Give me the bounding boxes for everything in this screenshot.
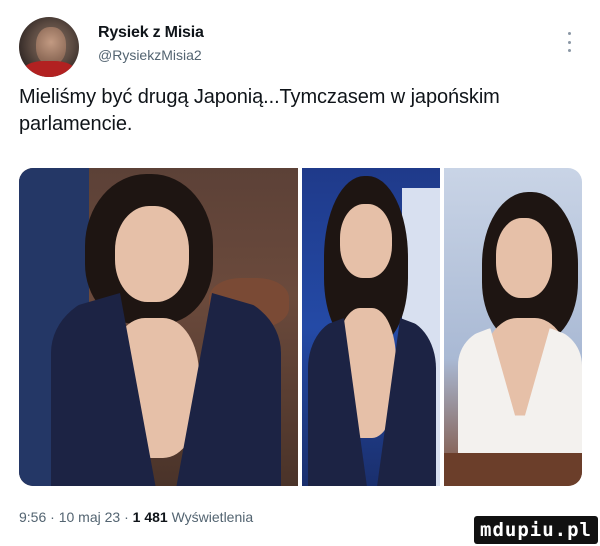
tweet-text-line-1: Mieliśmy być drugą Japonią...Tymczasem w… <box>19 86 500 108</box>
face <box>115 206 189 302</box>
face <box>340 204 392 278</box>
display-name[interactable]: Rysiek z Misia <box>98 24 204 42</box>
tweet-card: Rysiek z Misia @RysiekzMisia2 Mieliśmy b… <box>0 0 600 546</box>
views-count: 1 481 <box>132 509 168 525</box>
more-vertical-icon[interactable] <box>564 32 574 52</box>
more-dot <box>567 32 571 35</box>
avatar-face <box>36 27 66 65</box>
avatar-shirt <box>23 61 75 77</box>
photo-2[interactable] <box>302 168 440 486</box>
tweet-meta: 9:56 · 10 maj 23 · 1 481 Wyświetlenia <box>19 509 253 525</box>
media-grid <box>19 168 582 486</box>
desk <box>444 453 582 486</box>
tweet-text-line-2: parlamencie. <box>19 113 133 135</box>
face <box>496 218 552 298</box>
tweet-text: Mieliśmy być drugą Japonią...Tymczasem w… <box>19 84 579 138</box>
tweet-time[interactable]: 9:56 <box>19 509 46 525</box>
views-label: Wyświetlenia <box>167 509 254 525</box>
separator: · <box>46 509 59 525</box>
more-dot <box>567 40 571 44</box>
watermark-logo: mdupiu.pl <box>474 516 598 544</box>
tweet-date[interactable]: 10 maj 23 <box>59 509 120 525</box>
photo-1[interactable] <box>19 168 298 486</box>
avatar[interactable] <box>19 17 79 77</box>
more-dot <box>567 49 571 52</box>
user-handle[interactable]: @RysiekzMisia2 <box>98 47 202 63</box>
separator: · <box>120 509 133 525</box>
photo-3[interactable] <box>444 168 582 486</box>
